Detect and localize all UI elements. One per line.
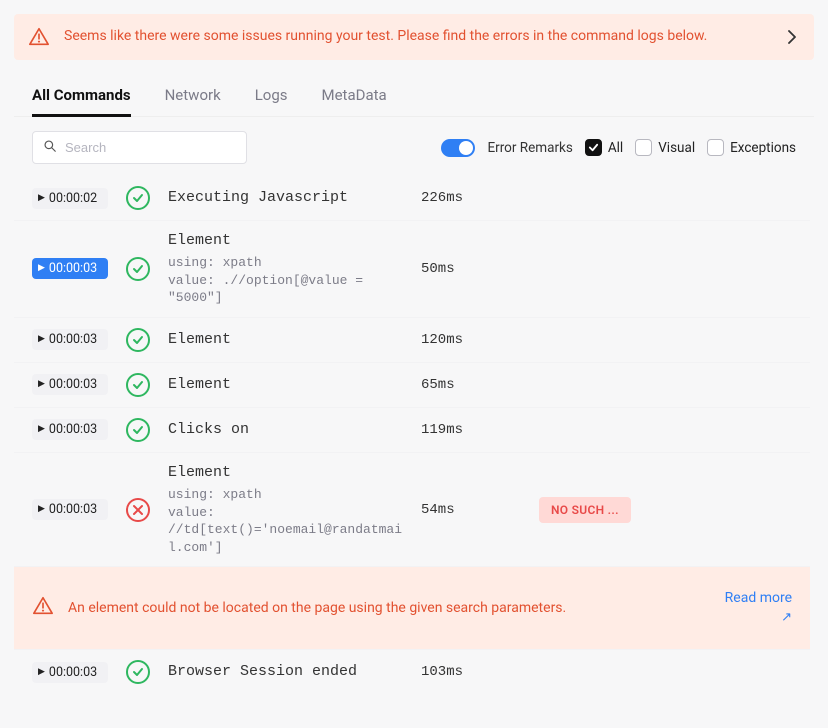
time-chip[interactable]: ▶ 00:00:03 bbox=[32, 662, 108, 683]
command-row[interactable]: ▶ 00:00:03 Clicks on 119ms bbox=[14, 407, 810, 452]
command-row[interactable]: ▶ 00:00:03 Browser Session ended 103ms bbox=[14, 649, 810, 694]
time-value: 00:00:03 bbox=[49, 332, 97, 347]
warning-icon bbox=[32, 595, 54, 621]
filter-visual-label: Visual bbox=[658, 140, 695, 156]
command-name: Element bbox=[168, 232, 231, 249]
status-pass-icon bbox=[126, 660, 150, 684]
play-icon: ▶ bbox=[38, 335, 45, 344]
time-chip[interactable]: ▶ 00:00:03 bbox=[32, 499, 108, 520]
duration: 226ms bbox=[421, 190, 521, 206]
time-chip[interactable]: ▶ 00:00:03 bbox=[32, 419, 108, 440]
error-remarks-label: Error Remarks bbox=[487, 140, 572, 156]
time-chip[interactable]: ▶ 00:00:03 bbox=[32, 258, 108, 279]
tab-logs[interactable]: Logs bbox=[255, 86, 288, 117]
command-list[interactable]: ▶ 00:00:02 Executing Javascript 226ms ▶ 00:00… bbox=[14, 176, 814, 696]
filter-exceptions-label: Exceptions bbox=[730, 140, 796, 156]
status-pass-icon bbox=[126, 257, 150, 281]
filter-visual[interactable]: Visual bbox=[635, 139, 695, 156]
command-name: Element bbox=[168, 376, 231, 393]
time-value: 00:00:03 bbox=[49, 502, 97, 517]
play-icon: ▶ bbox=[38, 425, 45, 434]
time-chip[interactable]: ▶ 00:00:02 bbox=[32, 188, 108, 209]
status-fail-icon bbox=[126, 498, 150, 522]
command-meta: using: xpathvalue: //td[text()='noemail@… bbox=[168, 486, 403, 556]
command-name: Element bbox=[168, 464, 231, 481]
duration: 119ms bbox=[421, 422, 521, 438]
toolbar: Error Remarks All Visual Exceptions bbox=[14, 117, 814, 176]
status-pass-icon bbox=[126, 328, 150, 352]
search-icon bbox=[43, 138, 57, 157]
time-chip[interactable]: ▶ 00:00:03 bbox=[32, 329, 108, 350]
play-icon: ▶ bbox=[38, 194, 45, 203]
duration: 120ms bbox=[421, 332, 521, 348]
command-name: Executing Javascript bbox=[168, 189, 348, 206]
chevron-right-icon[interactable] bbox=[784, 29, 800, 45]
filter-all-label: All bbox=[608, 140, 623, 156]
command-row[interactable]: ▶ 00:00:03 Element 120ms bbox=[14, 317, 810, 362]
filter-all[interactable]: All bbox=[585, 139, 623, 156]
play-icon: ▶ bbox=[38, 505, 45, 514]
time-value: 00:00:02 bbox=[49, 191, 97, 206]
checkbox-visual[interactable] bbox=[635, 139, 652, 156]
error-remarks-toggle[interactable] bbox=[441, 139, 475, 157]
duration: 54ms bbox=[421, 502, 521, 518]
command-row[interactable]: ▶ 00:00:03 Element using: xpathvalue: .//op… bbox=[14, 220, 810, 317]
command-name: Browser Session ended bbox=[168, 663, 357, 680]
status-pass-icon bbox=[126, 373, 150, 397]
time-value: 00:00:03 bbox=[49, 422, 97, 437]
checkbox-all[interactable] bbox=[585, 139, 602, 156]
search-input[interactable] bbox=[65, 140, 236, 155]
command-name: Element bbox=[168, 331, 231, 348]
duration: 65ms bbox=[421, 377, 521, 393]
filter-exceptions[interactable]: Exceptions bbox=[707, 139, 796, 156]
duration: 50ms bbox=[421, 261, 521, 277]
duration: 103ms bbox=[421, 664, 521, 680]
error-detail-message: An element could not be located on the p… bbox=[68, 600, 711, 616]
time-chip[interactable]: ▶ 00:00:03 bbox=[32, 374, 108, 395]
tab-network[interactable]: Network bbox=[165, 86, 221, 117]
command-row[interactable]: ▶ 00:00:02 Executing Javascript 226ms bbox=[14, 176, 810, 220]
tab-all-commands[interactable]: All Commands bbox=[32, 86, 131, 117]
alert-banner: Seems like there were some issues runnin… bbox=[14, 14, 814, 60]
time-value: 00:00:03 bbox=[49, 261, 97, 276]
time-value: 00:00:03 bbox=[49, 377, 97, 392]
play-icon: ▶ bbox=[38, 668, 45, 677]
tab-metadata[interactable]: MetaData bbox=[322, 86, 387, 117]
command-row[interactable]: ▶ 00:00:03 Element using: xpathvalue: //td[… bbox=[14, 452, 810, 566]
external-link-icon: ↗ bbox=[725, 609, 792, 627]
command-row[interactable]: ▶ 00:00:03 Element 65ms bbox=[14, 362, 810, 407]
error-badge: NO SUCH ... bbox=[539, 497, 631, 523]
command-meta: using: xpathvalue: .//option[@value = "5… bbox=[168, 254, 403, 307]
warning-icon bbox=[28, 26, 50, 48]
play-icon: ▶ bbox=[38, 380, 45, 389]
tabs: All Commands Network Logs MetaData bbox=[14, 86, 814, 117]
status-pass-icon bbox=[126, 418, 150, 442]
play-icon: ▶ bbox=[38, 264, 45, 273]
checkbox-exceptions[interactable] bbox=[707, 139, 724, 156]
time-value: 00:00:03 bbox=[49, 665, 97, 680]
error-detail: An element could not be located on the p… bbox=[14, 566, 810, 649]
search-box[interactable] bbox=[32, 131, 247, 164]
alert-message: Seems like there were some issues runnin… bbox=[64, 27, 770, 47]
read-more-link[interactable]: Read more↗ bbox=[725, 589, 792, 627]
status-pass-icon bbox=[126, 186, 150, 210]
command-name: Clicks on bbox=[168, 421, 249, 438]
